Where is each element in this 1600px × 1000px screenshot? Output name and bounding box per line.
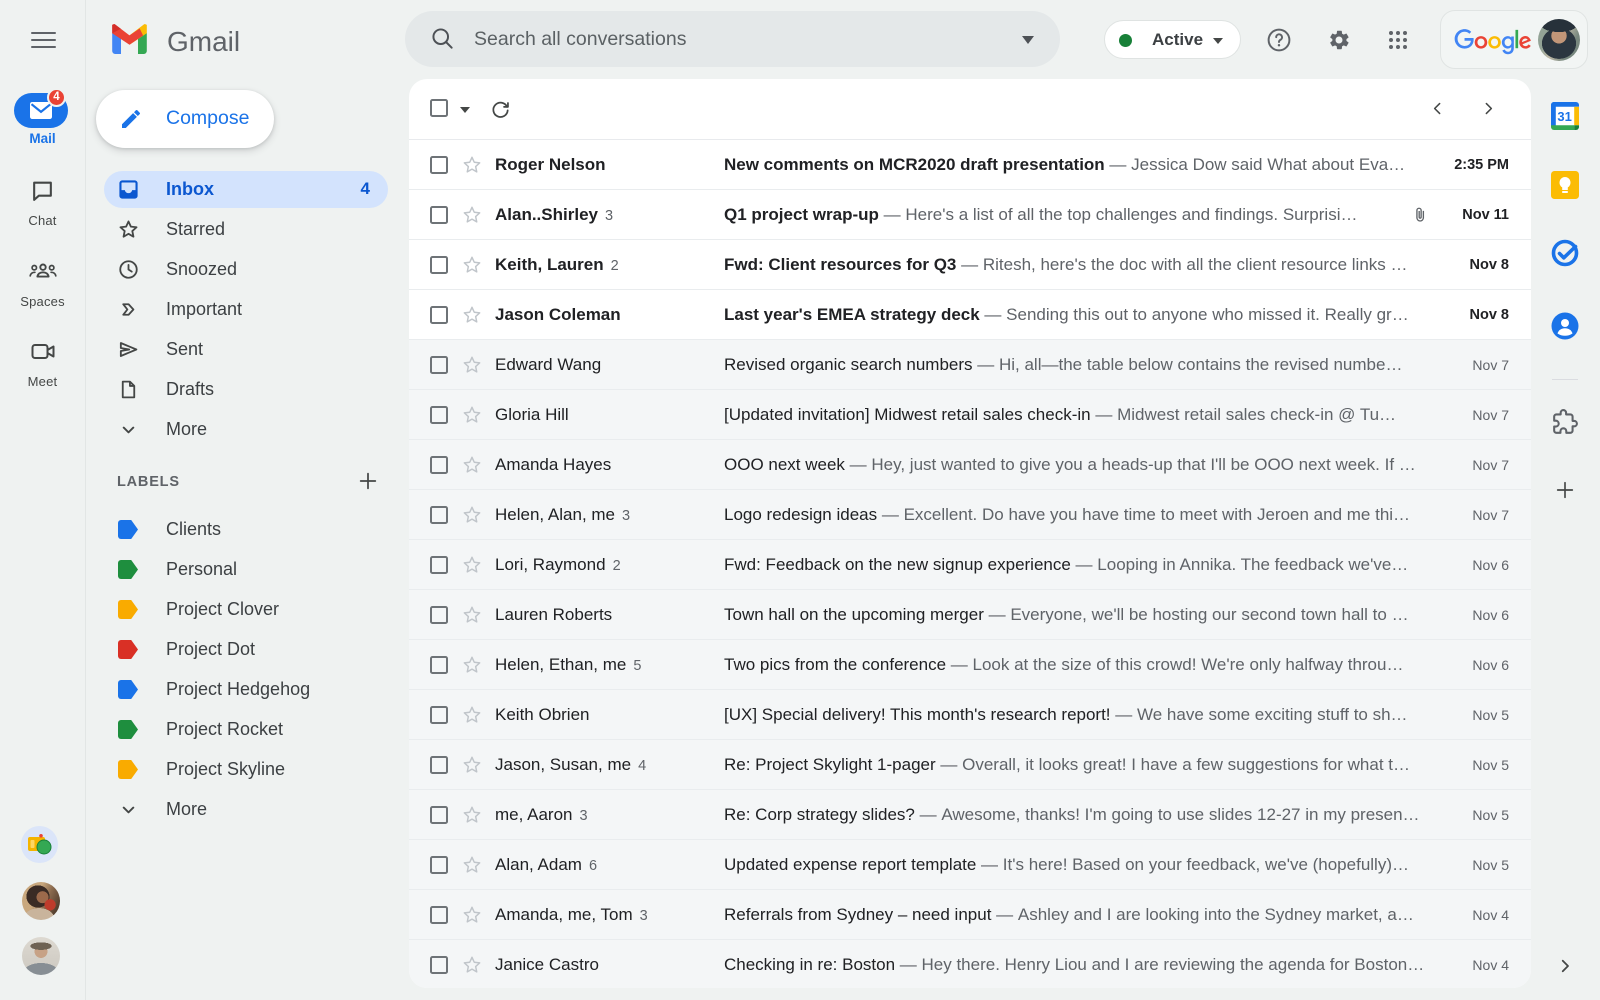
svg-text:31: 31 xyxy=(1557,109,1571,124)
